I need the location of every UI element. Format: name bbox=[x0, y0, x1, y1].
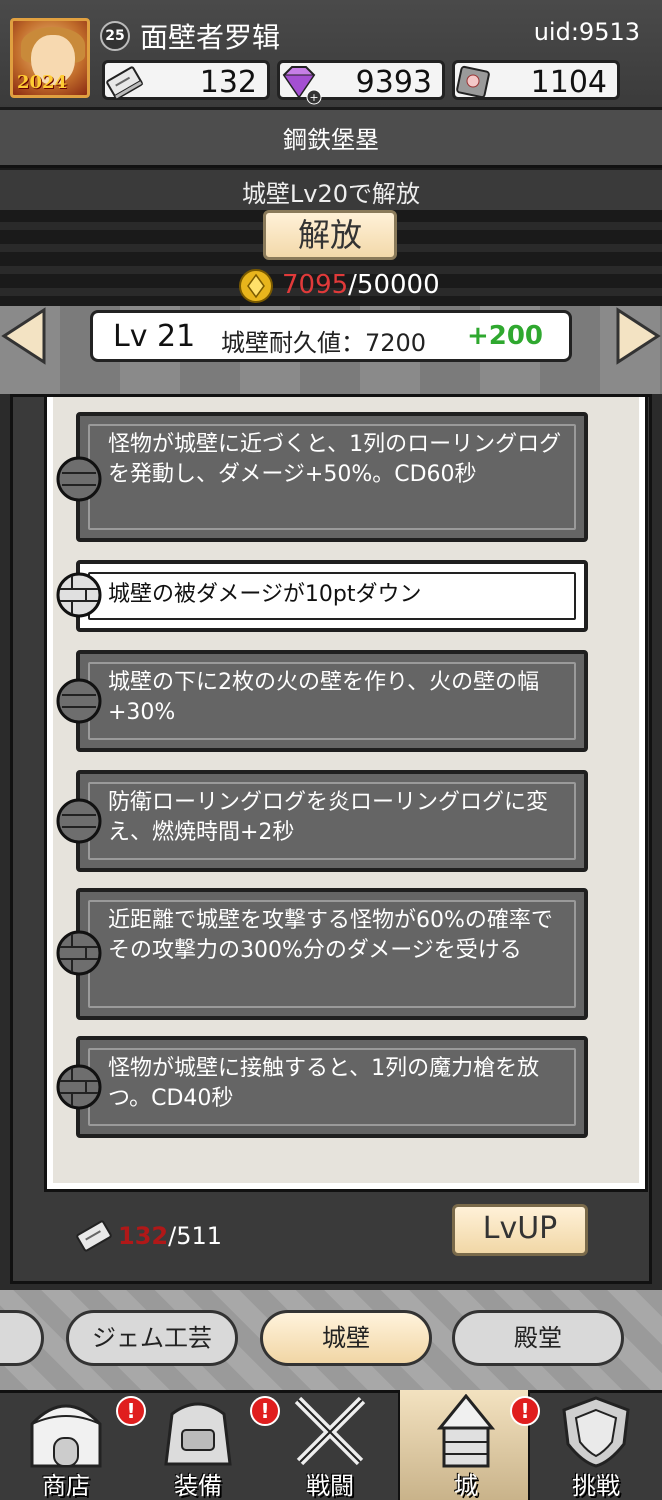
stone-icon bbox=[456, 65, 490, 99]
coin-required: /50000 bbox=[348, 270, 440, 300]
nav-equipment[interactable]: ! 装備 bbox=[132, 1390, 280, 1500]
resource-stones-value: 1104 bbox=[530, 65, 607, 100]
equipment-bag-icon bbox=[164, 1402, 232, 1466]
nav-castle[interactable]: ! 城 bbox=[398, 1390, 540, 1500]
resource-stones[interactable]: 1104 bbox=[452, 60, 620, 100]
crossed-swords-icon bbox=[294, 1396, 366, 1466]
tab-hall[interactable]: 殿堂 bbox=[452, 1310, 624, 1366]
nav-battle[interactable]: 戦闘 bbox=[264, 1390, 396, 1500]
nav-equipment-label: 装備 bbox=[174, 1472, 222, 1500]
nav-shop-label: 商店 bbox=[42, 1472, 90, 1500]
fortress-title: 鋼鉄堡塁 bbox=[283, 126, 379, 154]
wooden-log-skill-icon bbox=[56, 456, 102, 502]
skill-book-required: /511 bbox=[168, 1222, 223, 1250]
nav-battle-label: 戦闘 bbox=[306, 1472, 354, 1500]
svg-text:+: + bbox=[309, 91, 318, 104]
stone-wall-skill-icon bbox=[56, 930, 102, 976]
resource-gems[interactable]: + 9393 bbox=[277, 60, 445, 105]
skill-description: 城壁の被ダメージが10ptダウン bbox=[108, 582, 422, 607]
resource-gems-value: 9393 bbox=[355, 65, 432, 100]
nav-castle-label: 城 bbox=[454, 1472, 478, 1500]
previous-level-arrow-icon[interactable] bbox=[0, 306, 50, 366]
skill-description: 防衛ローリングログを炎ローリングログに変え、燃焼時間+2秒 bbox=[108, 790, 549, 845]
nav-challenge-label: 挑戦 bbox=[572, 1472, 620, 1500]
coin-current: 7095 bbox=[282, 270, 349, 300]
skill-book-current: 132 bbox=[118, 1222, 169, 1250]
fortress-banner: 鋼鉄堡塁 城壁Lv20で解放 解放 7095/50000 bbox=[0, 110, 662, 310]
skill-description: 近距離で城壁を攻撃する怪物が60%の確率でその攻撃力の300%分のダメージを受け… bbox=[108, 908, 553, 963]
skill-book-icon bbox=[106, 66, 144, 100]
player-avatar[interactable]: 2024 bbox=[10, 18, 90, 98]
shield-icon bbox=[562, 1396, 630, 1468]
unlock-condition-text: 城壁Lv20で解放 bbox=[241, 180, 421, 208]
shop-icon bbox=[30, 1404, 102, 1468]
avatar-year-label: 2024 bbox=[17, 72, 68, 93]
skill-card-fire-wall[interactable]: 城壁の下に2枚の火の壁を作り、火の壁の幅+30% bbox=[76, 650, 588, 752]
wooden-log-skill-icon bbox=[56, 798, 102, 844]
skill-description: 怪物が城壁に接触すると、1列の魔力槍を放つ。CD40秒 bbox=[108, 1056, 540, 1111]
stone-wall-skill-icon bbox=[56, 1064, 102, 1110]
resource-skill-books[interactable]: 132 bbox=[102, 60, 270, 100]
stone-wall-skill-icon bbox=[56, 572, 102, 618]
castle-tower-icon bbox=[436, 1394, 496, 1468]
player-name: 面壁者罗辑 bbox=[140, 21, 281, 54]
tab-gem-craft[interactable]: ジェム工芸 bbox=[66, 1310, 238, 1366]
skill-card-rolling-log[interactable]: 怪物が城壁に近づくと、1列のローリングログを発動し、ダメージ+50%。CD60秒 bbox=[76, 412, 588, 542]
wall-durability: 城壁耐久値：7200 bbox=[221, 329, 427, 357]
skill-card-counter-damage[interactable]: 近距離で城壁を攻撃する怪物が60%の確率でその攻撃力の300%分のダメージを受け… bbox=[76, 888, 588, 1020]
skill-book-icon bbox=[76, 1220, 112, 1252]
coin-progress: 7095/50000 bbox=[282, 270, 440, 300]
player-uid: uid:9513 bbox=[533, 18, 640, 46]
unlock-button[interactable]: 解放 bbox=[263, 210, 397, 260]
skill-book-progress: 132/511 bbox=[118, 1222, 222, 1250]
skill-description: 城壁の下に2枚の火の壁を作り、火の壁の幅+30% bbox=[108, 670, 540, 725]
gem-icon: + bbox=[282, 66, 322, 105]
top-header: 2024 25 面壁者罗辑 uid:9513 132 + 9393 1104 bbox=[0, 0, 662, 110]
wooden-log-skill-icon bbox=[56, 678, 102, 724]
tab-castle-wall[interactable]: 城壁 bbox=[260, 1310, 432, 1366]
skill-card-flame-log[interactable]: 防衛ローリングログを炎ローリングログに変え、燃焼時間+2秒 bbox=[76, 770, 588, 872]
skill-card-damage-reduction[interactable]: 城壁の被ダメージが10ptダウン bbox=[76, 560, 588, 632]
resource-skill-books-value: 132 bbox=[199, 65, 257, 100]
player-level-badge: 25 bbox=[100, 21, 130, 51]
wall-level: Lv 21 bbox=[113, 319, 196, 354]
skill-description: 怪物が城壁に近づくと、1列のローリングログを発動し、ダメージ+50%。CD60秒 bbox=[108, 432, 562, 487]
durability-increase: +200 bbox=[466, 321, 543, 351]
next-level-arrow-icon[interactable] bbox=[612, 306, 662, 366]
skill-card-magic-spear[interactable]: 怪物が城壁に接触すると、1列の魔力槍を放つ。CD40秒 bbox=[76, 1036, 588, 1138]
level-up-button[interactable]: LvUP bbox=[452, 1204, 588, 1256]
gold-coin-icon bbox=[239, 269, 273, 303]
level-info-box: Lv 21 城壁耐久値：7200 +200 bbox=[90, 310, 572, 362]
nav-shop[interactable]: ! 商店 bbox=[0, 1390, 146, 1500]
nav-challenge[interactable]: 挑戦 bbox=[530, 1390, 662, 1500]
